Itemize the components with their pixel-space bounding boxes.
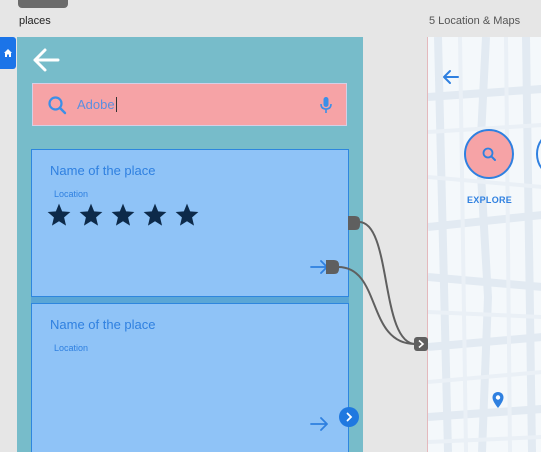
microphone-icon[interactable]	[319, 96, 333, 114]
star-icon[interactable]	[142, 202, 168, 228]
search-icon[interactable]	[47, 95, 67, 115]
star-icon[interactable]	[78, 202, 104, 228]
next-button[interactable]	[339, 407, 359, 427]
connector-target[interactable]	[414, 337, 428, 351]
search-bar[interactable]: Adobe	[32, 83, 347, 126]
map-pin-icon[interactable]	[491, 391, 505, 409]
arrow-right-icon[interactable]	[310, 417, 330, 431]
place-name: Name of the place	[50, 317, 156, 332]
explore-label: EXPLORE	[467, 195, 513, 205]
artboard-title-location-maps[interactable]: 5 Location & Maps	[429, 15, 520, 27]
top-tab[interactable]	[18, 0, 68, 8]
home-icon	[4, 49, 12, 57]
chevron-right-icon	[346, 412, 353, 422]
search-input[interactable]: Adobe	[77, 97, 117, 112]
arrow-left-icon[interactable]	[31, 47, 61, 73]
chevron-right-icon	[418, 339, 425, 349]
search-value: Adobe	[77, 97, 115, 112]
home-flag[interactable]	[0, 37, 16, 69]
star-icon[interactable]	[110, 202, 136, 228]
star-icon[interactable]	[174, 202, 200, 228]
arrow-left-icon[interactable]	[442, 69, 460, 85]
map-background	[428, 37, 541, 452]
place-location: Location	[54, 189, 89, 199]
place-card[interactable]: Name of the place Location	[31, 149, 349, 297]
artboard-places[interactable]: Adobe Name of the place Location Name of…	[17, 37, 363, 452]
arrow-right-icon[interactable]	[310, 260, 330, 274]
place-name: Name of the place	[50, 163, 156, 178]
connector-wire	[358, 221, 417, 346]
search-icon	[482, 147, 496, 161]
place-card[interactable]: Name of the place Location	[31, 303, 359, 452]
artboard-location-maps[interactable]: EXPLORE	[427, 37, 541, 452]
star-icon[interactable]	[46, 202, 72, 228]
artboard-title-places[interactable]: places	[19, 15, 51, 27]
explore-button[interactable]	[464, 129, 514, 179]
place-location: Location	[54, 343, 89, 353]
text-caret	[115, 97, 117, 112]
star-rating[interactable]	[46, 202, 200, 232]
